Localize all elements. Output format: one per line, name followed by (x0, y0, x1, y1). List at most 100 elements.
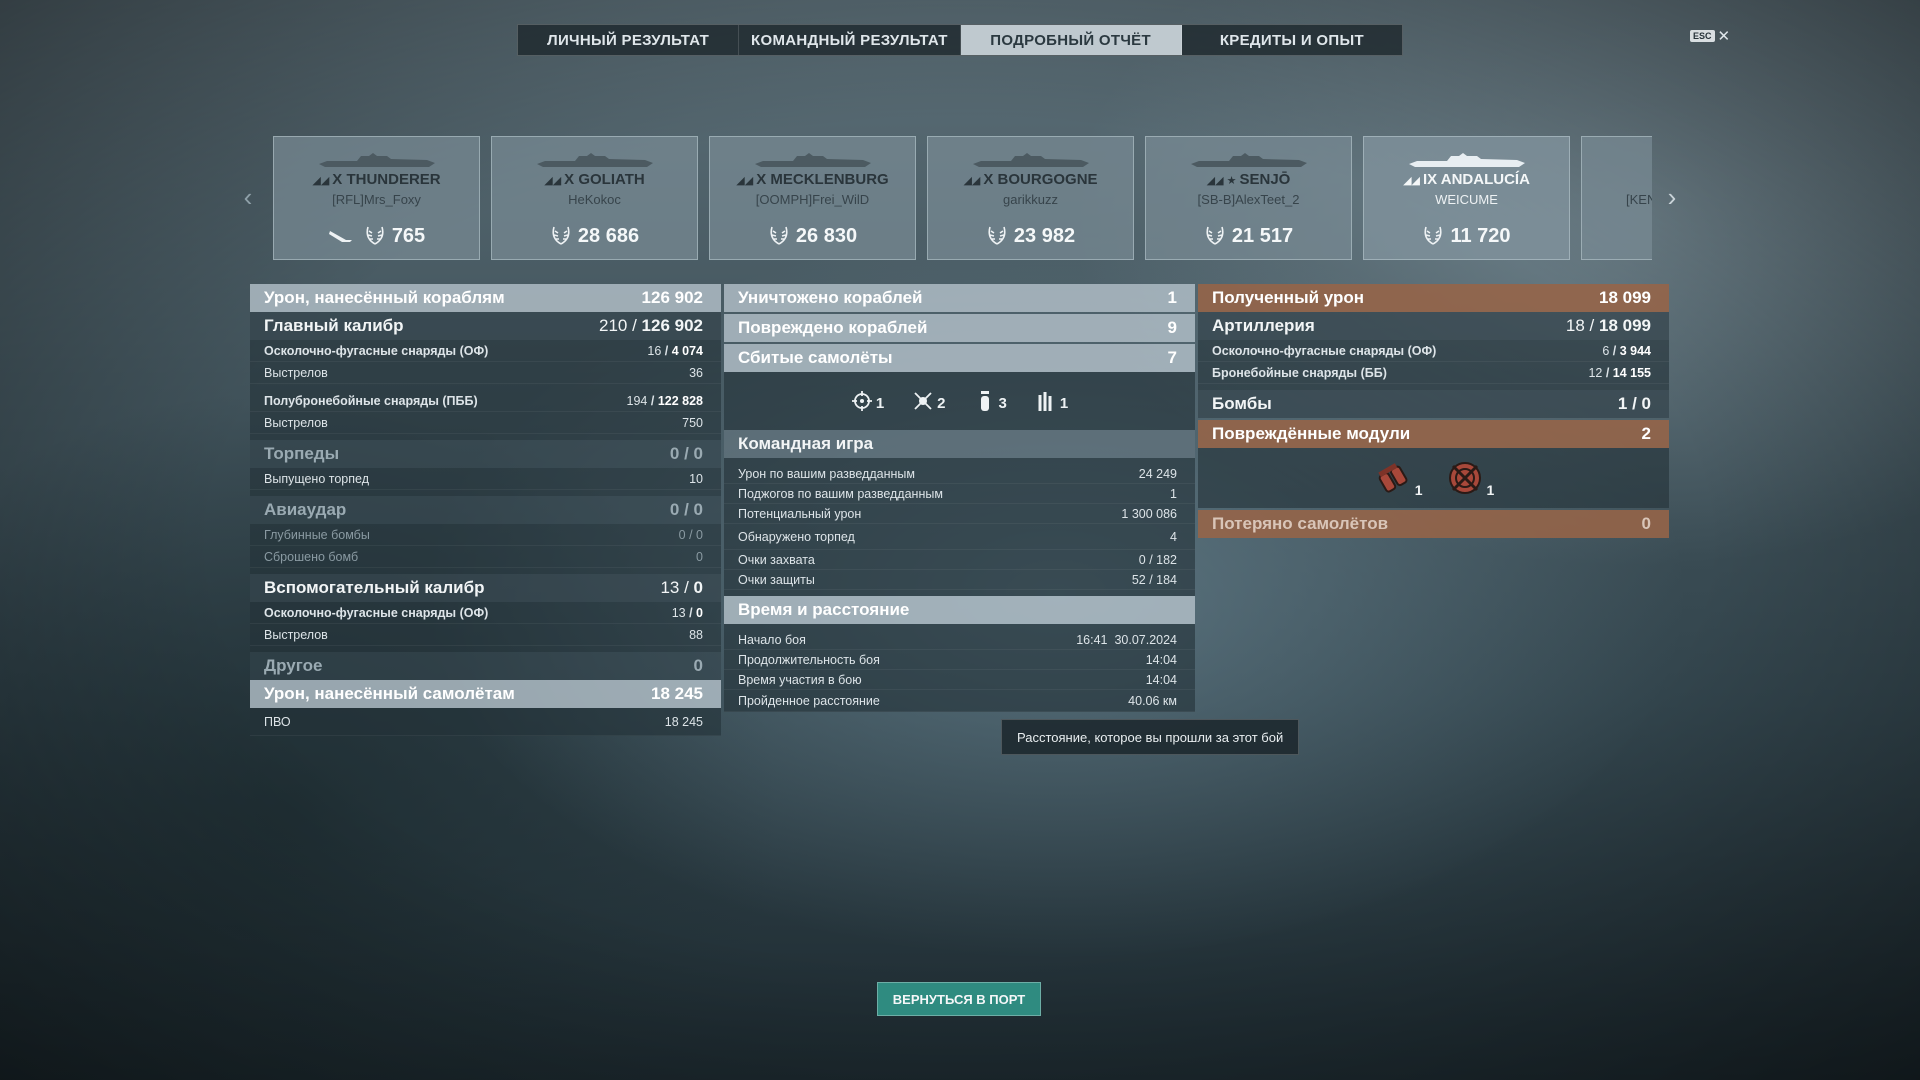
ship-name: ◢◢ X GOLIATH (544, 171, 645, 188)
tab-detailed-report[interactable]: ПОДРОБНЫЙ ОТЧЁТ (960, 25, 1182, 55)
esc-close-button[interactable]: ESC ✕ (1690, 27, 1730, 45)
bombs-received-row: Бомбы 1 / 0 (1198, 390, 1669, 418)
player-card-own[interactable]: ◢◢ IX ANDALUCÍA WEICUME 11 720 (1363, 136, 1570, 260)
damage-dealt-panel: Урон, нанесённый кораблям 126 902 Главный… (250, 284, 721, 736)
time-distance-header: Время и расстояние (724, 596, 1195, 624)
ship-silhouette-icon (318, 153, 435, 167)
damaged-modules-header: Повреждённые модули 2 (1198, 420, 1669, 448)
ship-silhouette-icon (536, 153, 653, 167)
player-name: [OOMPH]Frei_WilD (755, 192, 870, 207)
capture-points-row: Очки захвата 0 / 182 (724, 550, 1195, 570)
player-card[interactable]: [KEN (1581, 136, 1652, 260)
carousel-prev-arrow[interactable]: ‹ (238, 182, 258, 212)
ship-silhouette-icon (754, 153, 871, 167)
participation-time-row: Время участия в бою 14:04 (724, 670, 1195, 690)
player-name: [KEN (1626, 192, 1652, 207)
received-damage-header: Полученный урон 18 099 (1198, 284, 1669, 312)
planes-lost-row: Потеряно самолётов 0 (1198, 510, 1669, 538)
ship-name: ◢◢ ★ SENJŌ (1206, 171, 1291, 188)
base-xp-score: 28 686 (492, 225, 697, 248)
report-tabs: ЛИЧНЫЙ РЕЗУЛЬТАТ КОМАНДНЫЙ РЕЗУЛЬТАТ ПОД… (517, 24, 1403, 56)
steering-module-icon (1448, 462, 1481, 494)
return-to-port-button[interactable]: ВЕРНУТЬСЯ В ПОРТ (877, 982, 1041, 1016)
sec-shots-row: Выстрелов 88 (250, 624, 721, 646)
player-cards-carousel: ◢◢ X THUNDERER [RFL]Mrs_Foxy 765 ◢◢ X GOLI… (273, 136, 1652, 260)
tab-credits-xp[interactable]: КРЕДИТЫ И ОПЫТ (1182, 25, 1402, 55)
aircraft-icon (328, 231, 352, 242)
close-icon: ✕ (1717, 28, 1731, 45)
laurel-icon (1206, 226, 1224, 245)
received-ap-row: Бронебойные снаряды (ББ) 12 / 14 155 (1198, 362, 1669, 384)
destroyed-ships-row: Уничтожено кораблей 1 (724, 284, 1195, 312)
engine-module-stat: 1 (1373, 458, 1423, 498)
player-name: WEICUME (1435, 192, 1498, 207)
rocket-plane-icon (1038, 392, 1052, 411)
player-card[interactable]: ◢◢ X THUNDERER [RFL]Mrs_Foxy 765 (273, 136, 480, 260)
rocket-plane-stat: 1 (1035, 390, 1068, 412)
laurel-icon (552, 226, 570, 245)
esc-key-badge: ESC (1690, 30, 1715, 42)
he-shots-row: Выстрелов 36 (250, 362, 721, 384)
battle-duration-row: Продолжительность боя 14:04 (724, 650, 1195, 670)
damage-received-panel: Полученный урон 18 099 Артиллерия 18 / 18 … (1198, 284, 1669, 538)
player-card[interactable]: ◢◢ X GOLIATH HeKokoc 28 686 (491, 136, 698, 260)
laurel-icon (1424, 226, 1442, 245)
ship-damage-header: Урон, нанесённый кораблям 126 902 (250, 284, 721, 312)
laurel-icon (366, 226, 384, 245)
ship-silhouette-icon (1408, 153, 1525, 167)
other-row: Другое 0 (250, 652, 721, 680)
sec-he-row: Осколочно-фугасные снаряды (ОФ) 13 / 0 (250, 602, 721, 624)
depth-charges-row: Глубинные бомбы 0 / 0 (250, 524, 721, 546)
laurel-icon (770, 226, 788, 245)
engine-module-icon (1378, 463, 1408, 493)
combat-results-panel: Уничтожено кораблей 1 Повреждено кораблей… (724, 284, 1195, 712)
crosshair-plane-stat: 1 (851, 390, 884, 412)
battle-start-row: Начало боя 16:41 30.07.2024 (724, 630, 1195, 650)
spot-damage-row: Урон по вашим разведданным 24 249 (724, 464, 1195, 484)
he-shells-row: Осколочно-фугасные снаряды (ОФ) 16 / 4 07… (250, 340, 721, 362)
fighter-plane-stat: 2 (912, 390, 946, 412)
player-card[interactable]: ◢◢ X MECKLENBURG [OOMPH]Frei_WilD 26 830 (709, 136, 916, 260)
player-name: garikkuzz (1003, 192, 1058, 207)
tab-personal-result[interactable]: ЛИЧНЫЙ РЕЗУЛЬТАТ (518, 25, 740, 55)
distance-row[interactable]: Пройденное расстояние 40.06 км (724, 690, 1195, 712)
defense-points-row: Очки защиты 52 / 184 (724, 570, 1195, 590)
torpedoes-row: Торпеды 0 / 0 (250, 440, 721, 468)
torps-spotted-row: Обнаружено торпед 4 (724, 524, 1195, 550)
tab-team-result[interactable]: КОМАНДНЫЙ РЕЗУЛЬТАТ (739, 25, 961, 55)
main-battery-row: Главный калибр 210 / 126 902 (250, 312, 721, 340)
plane-types-row: 1 2 3 1 (724, 372, 1195, 430)
player-card[interactable]: ◢◢ X BOURGOGNE garikkuzz 23 982 (927, 136, 1134, 260)
base-xp-score: 26 830 (710, 225, 915, 248)
player-name: [SB-B]AlexTeet_2 (1197, 192, 1300, 207)
potential-damage-row: Потенциальный урон 1 300 086 (724, 504, 1195, 524)
ship-silhouette-icon (972, 153, 1089, 167)
spot-fires-row: Поджогов по вашим разведданным 1 (724, 484, 1195, 504)
carousel-next-arrow[interactable]: › (1662, 182, 1682, 212)
damaged-modules-row: 1 1 (1198, 448, 1669, 508)
ship-name: ◢◢ IX ANDALUCÍA (1403, 171, 1530, 188)
ship-name: ◢◢ X BOURGOGNE (963, 171, 1098, 188)
sap-shells-row: Полубронебойные снаряды (ПББ) 194 / 122 8… (250, 390, 721, 412)
sap-shots-row: Выстрелов 750 (250, 412, 721, 434)
crosshair-plane-icon (851, 391, 872, 411)
fighter-plane-icon (914, 392, 932, 410)
base-xp-score: 11 720 (1364, 225, 1569, 248)
damaged-ships-row: Повреждено кораблей 9 (724, 314, 1195, 342)
ship-name: ◢◢ X MECKLENBURG (736, 171, 889, 188)
player-name: HeKokoc (568, 192, 621, 207)
planes-shot-row: Сбитые самолёты 7 (724, 344, 1195, 372)
distance-tooltip: Расстояние, которое вы прошли за этот бо… (1001, 719, 1300, 755)
steering-module-stat: 1 (1445, 458, 1494, 498)
airstrike-row: Авиаудар 0 / 0 (250, 496, 721, 524)
aa-row: ПВО 18 245 (250, 708, 721, 736)
ship-silhouette-icon (1190, 153, 1307, 167)
plane-damage-header: Урон, нанесённый самолётам 18 245 (250, 680, 721, 708)
teamplay-header: Командная игра (724, 430, 1195, 458)
bombs-dropped-row: Сброшено бомб 0 (250, 546, 721, 568)
artillery-row: Артиллерия 18 / 18 099 (1198, 312, 1669, 340)
base-xp-score: 23 982 (928, 225, 1133, 248)
player-card[interactable]: ◢◢ ★ SENJŌ [SB-B]AlexTeet_2 21 517 (1145, 136, 1352, 260)
bomber-plane-icon (980, 391, 989, 411)
bomber-plane-stat: 3 (974, 390, 1007, 412)
